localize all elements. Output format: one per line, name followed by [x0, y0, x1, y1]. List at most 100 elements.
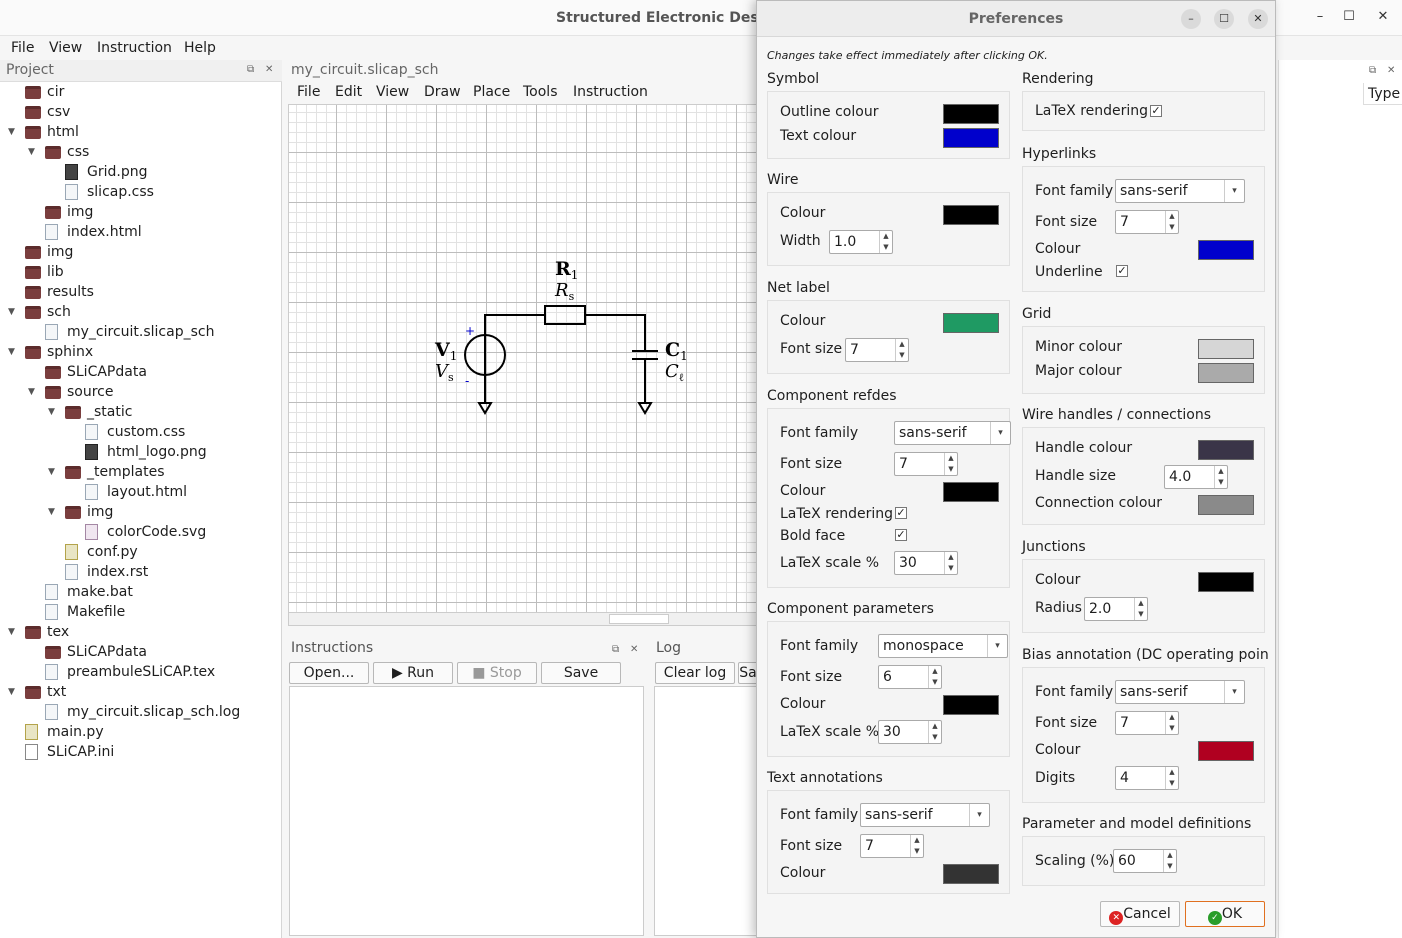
- float-icon[interactable]: ⧉: [1369, 65, 1376, 76]
- handle-colour-swatch[interactable]: [1198, 440, 1254, 460]
- chevron-down-icon[interactable]: ▼: [8, 622, 15, 642]
- grid-minor-swatch[interactable]: [1198, 339, 1254, 359]
- close-icon[interactable]: ✕: [1387, 65, 1395, 76]
- tree-item[interactable]: SLiCAPdata: [0, 362, 282, 382]
- float-icon[interactable]: ⧉: [612, 644, 619, 655]
- tree-item[interactable]: main.py: [0, 722, 282, 742]
- editor-menu-tools[interactable]: Tools: [523, 84, 558, 100]
- tree-item[interactable]: img: [0, 242, 282, 262]
- spin-arrows-icon[interactable]: ▲ ▼: [944, 453, 957, 475]
- text-colour-swatch[interactable]: [943, 128, 999, 148]
- menu-view[interactable]: View: [49, 40, 82, 56]
- menu-help[interactable]: Help: [184, 40, 216, 56]
- close-icon[interactable]: ✕: [630, 644, 638, 655]
- refdes-font-size-spinbox[interactable]: 7 ▲ ▼: [894, 452, 958, 476]
- params-font-size-spinbox[interactable]: 6 ▲ ▼: [878, 665, 942, 689]
- text-font-family-select[interactable]: sans-serif ▾: [860, 803, 990, 827]
- tree-item[interactable]: SLiCAPdata: [0, 642, 282, 662]
- chevron-down-icon[interactable]: ▼: [8, 682, 15, 702]
- tree-item[interactable]: slicap.css: [0, 182, 282, 202]
- tree-item[interactable]: results: [0, 282, 282, 302]
- chevron-down-icon[interactable]: ▼: [8, 302, 15, 322]
- hyper-underline-checkbox[interactable]: ✓: [1116, 265, 1128, 277]
- tree-item[interactable]: make.bat: [0, 582, 282, 602]
- hyper-colour-swatch[interactable]: [1198, 240, 1254, 260]
- spin-arrows-icon[interactable]: ▲ ▼: [928, 721, 941, 743]
- outline-colour-swatch[interactable]: [943, 104, 999, 124]
- spin-arrows-icon[interactable]: ▲ ▼: [1134, 598, 1147, 620]
- save-log-button[interactable]: Sa: [738, 662, 758, 684]
- handle-size-spinbox[interactable]: 4.0 ▲ ▼: [1164, 465, 1228, 489]
- save-button[interactable]: Save: [541, 662, 621, 684]
- junction-radius-spinbox[interactable]: 2.0 ▲ ▼: [1084, 597, 1148, 621]
- tree-item[interactable]: ▼ html: [0, 122, 282, 142]
- tree-item[interactable]: csv: [0, 102, 282, 122]
- spin-arrows-icon[interactable]: ▲ ▼: [1165, 712, 1178, 734]
- spin-arrows-icon[interactable]: ▲ ▼: [1214, 466, 1227, 488]
- editor-menu-edit[interactable]: Edit: [335, 84, 362, 100]
- tree-item[interactable]: Makefile: [0, 602, 282, 622]
- instructions-editor[interactable]: [289, 686, 644, 936]
- maximize-icon[interactable]: ☐: [1339, 9, 1359, 24]
- tree-item[interactable]: Grid.png: [0, 162, 282, 182]
- spin-arrows-icon[interactable]: ▲ ▼: [1165, 211, 1178, 233]
- horizontal-scrollbar[interactable]: [288, 612, 758, 626]
- scaling-spinbox[interactable]: 60 ▲ ▼: [1113, 849, 1177, 873]
- spin-arrows-icon[interactable]: ▲ ▼: [928, 666, 941, 688]
- tree-item[interactable]: conf.py: [0, 542, 282, 562]
- text-font-size-spinbox[interactable]: 7 ▲ ▼: [860, 834, 924, 858]
- bias-font-family-select[interactable]: sans-serif ▾: [1115, 680, 1245, 704]
- open-button[interactable]: Open...: [289, 662, 369, 684]
- tree-item[interactable]: ▼ txt: [0, 682, 282, 702]
- chevron-down-icon[interactable]: ▼: [8, 342, 15, 362]
- cancel-button[interactable]: ✕ Cancel: [1100, 901, 1180, 927]
- net-font-size-spinbox[interactable]: 7 ▲ ▼: [845, 338, 909, 362]
- junction-colour-swatch[interactable]: [1198, 572, 1254, 592]
- tree-item[interactable]: custom.css: [0, 422, 282, 442]
- editor-menu-draw[interactable]: Draw: [424, 84, 461, 100]
- refdes-bold-checkbox[interactable]: ✓: [895, 529, 907, 541]
- tree-item[interactable]: layout.html: [0, 482, 282, 502]
- spin-arrows-icon[interactable]: ▲ ▼: [1163, 850, 1176, 872]
- editor-menu-instruction[interactable]: Instruction: [573, 84, 648, 100]
- tree-item[interactable]: img: [0, 202, 282, 222]
- connection-colour-swatch[interactable]: [1198, 495, 1254, 515]
- close-icon[interactable]: ✕: [265, 64, 273, 75]
- clear-log-button[interactable]: Clear log: [655, 662, 735, 684]
- scrollbar-thumb[interactable]: [609, 614, 669, 624]
- hyper-font-family-select[interactable]: sans-serif ▾: [1115, 179, 1245, 203]
- chevron-down-icon[interactable]: ▼: [48, 402, 55, 422]
- tree-item[interactable]: cir: [0, 82, 282, 102]
- tree-item[interactable]: SLiCAP.ini: [0, 742, 282, 762]
- close-icon[interactable]: ✕: [1248, 9, 1268, 29]
- chevron-down-icon[interactable]: ▼: [48, 502, 55, 522]
- tree-item[interactable]: preambuleSLiCAP.tex: [0, 662, 282, 682]
- spin-arrows-icon[interactable]: ▲ ▼: [895, 339, 908, 361]
- tree-item[interactable]: ▼ tex: [0, 622, 282, 642]
- refdes-font-family-select[interactable]: sans-serif ▾: [894, 421, 1011, 445]
- editor-menu-place[interactable]: Place: [473, 84, 510, 100]
- rendering-latex-checkbox[interactable]: ✓: [1150, 105, 1162, 117]
- params-latex-scale-spinbox[interactable]: 30 ▲ ▼: [878, 720, 942, 744]
- grid-major-swatch[interactable]: [1198, 363, 1254, 383]
- close-icon[interactable]: ✕: [1373, 9, 1393, 24]
- tree-item[interactable]: lib: [0, 262, 282, 282]
- minimize-icon[interactable]: –: [1181, 9, 1201, 29]
- spin-arrows-icon[interactable]: ▲ ▼: [910, 835, 923, 857]
- refdes-latex-scale-spinbox[interactable]: 30 ▲ ▼: [894, 551, 958, 575]
- wire-width-spinbox[interactable]: 1.0 ▲ ▼: [829, 230, 893, 254]
- schematic-canvas[interactable]: R1 Rs V1 Vs C1 Cℓ + -: [288, 104, 758, 616]
- run-button[interactable]: ▶ Run: [373, 662, 453, 684]
- tree-item[interactable]: colorCode.svg: [0, 522, 282, 542]
- editor-menu-file[interactable]: File: [297, 84, 320, 100]
- chevron-down-icon[interactable]: ▼: [48, 462, 55, 482]
- tree-item[interactable]: index.html: [0, 222, 282, 242]
- bias-colour-swatch[interactable]: [1198, 741, 1254, 761]
- spin-arrows-icon[interactable]: ▲ ▼: [879, 231, 892, 253]
- wire-colour-swatch[interactable]: [943, 205, 999, 225]
- maximize-icon[interactable]: ☐: [1214, 9, 1234, 29]
- ok-button[interactable]: ✓ OK: [1185, 901, 1265, 927]
- menu-file[interactable]: File: [11, 40, 34, 56]
- tree-item[interactable]: my_circuit.slicap_sch.log: [0, 702, 282, 722]
- tree-item[interactable]: ▼ sch: [0, 302, 282, 322]
